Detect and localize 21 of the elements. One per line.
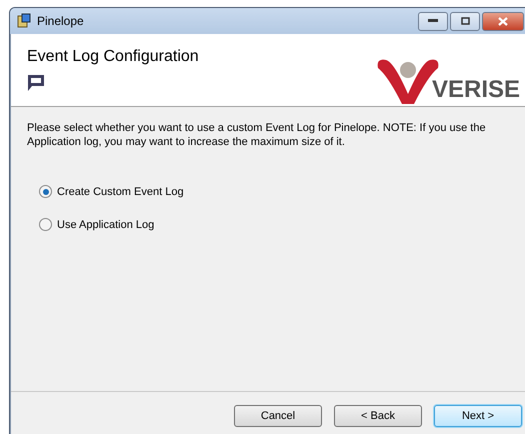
minimize-icon — [428, 19, 438, 23]
speech-bubble-icon — [27, 74, 45, 92]
radio-label: Use Application Log — [57, 218, 154, 230]
maximize-icon — [460, 17, 470, 25]
radio-option[interactable]: Use Application Log — [39, 218, 525, 231]
dialog-button[interactable]: Cancel — [234, 405, 322, 427]
dialog-button[interactable]: Next > — [434, 405, 522, 427]
minimize-button[interactable] — [418, 12, 448, 30]
close-button[interactable] — [482, 12, 524, 30]
close-icon — [498, 16, 508, 26]
description-text: Please select whether you want to use a custom Event Log for Pinelope. NOTE: If you use the Application log, you may want to increase the maximum size of it. — [27, 121, 487, 149]
logo-text: VERISE — [432, 76, 520, 104]
radio-icon[interactable] — [39, 185, 52, 198]
radio-option[interactable]: Create Custom Event Log — [39, 185, 525, 198]
window-title: Pinelope — [37, 14, 84, 28]
maximize-button[interactable] — [450, 12, 480, 30]
radio-icon[interactable] — [39, 218, 52, 231]
radio-label: Create Custom Event Log — [57, 186, 184, 198]
dialog-button[interactable]: < Back — [334, 405, 422, 427]
installer-icon — [16, 13, 32, 29]
page-title: Event Log Configuration — [27, 48, 199, 66]
